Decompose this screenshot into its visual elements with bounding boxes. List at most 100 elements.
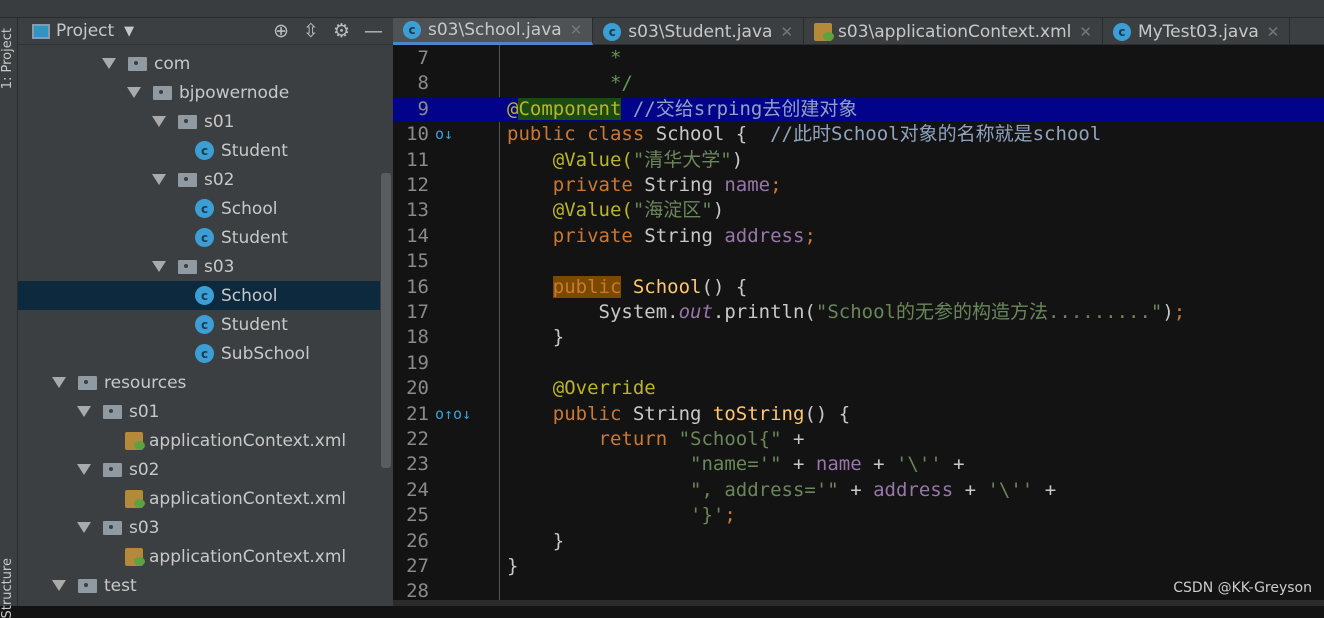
tree-item[interactable]: test (18, 571, 380, 600)
tree-item[interactable]: c Student (18, 223, 380, 252)
tree-item[interactable]: s01 (18, 397, 380, 426)
line-number: 16 (406, 275, 429, 298)
expand-arrow-icon[interactable] (77, 522, 91, 533)
code-editor[interactable]: CSDN @KK-Greyson 7 * 8 */9 @Component //交给… (393, 45, 1324, 606)
code-line[interactable]: 11 @Value("清华大学") (393, 148, 1324, 173)
tree-item[interactable]: bjpowernode (18, 78, 380, 107)
tree-item[interactable]: s02 (18, 455, 380, 484)
expand-arrow-icon[interactable] (77, 406, 91, 417)
structure-tool-button[interactable]: Structure (0, 558, 18, 618)
collapse-all-icon[interactable]: ⇳ (303, 20, 319, 42)
code-token: private (507, 174, 645, 196)
expand-arrow-icon[interactable] (152, 174, 166, 185)
code-line[interactable]: 14 private String address; (393, 224, 1324, 249)
code-text: * (507, 46, 621, 71)
code-line[interactable]: 18 } (393, 325, 1324, 350)
close-icon[interactable]: ✕ (780, 23, 793, 41)
code-token: () { (804, 402, 851, 425)
tree-item[interactable]: com (18, 49, 380, 78)
tree-item[interactable]: c Student (18, 310, 380, 339)
code-line[interactable]: 21 o↑o↓ public String toString() { (393, 402, 1324, 427)
expand-arrow-icon[interactable] (127, 87, 141, 98)
editor-tab[interactable]: c s03\School.java ✕ (393, 18, 594, 45)
class-icon: c (195, 228, 214, 247)
editor-tab[interactable]: c s03\Student.java ✕ (593, 18, 805, 45)
override-marker-icon[interactable]: o↓ (435, 122, 453, 147)
code-line[interactable]: 23 "name='" + name + '\'' + (393, 452, 1324, 477)
tree-item[interactable]: applicationContext.xml (18, 484, 380, 513)
tree-item[interactable]: applicationContext.xml (18, 426, 380, 455)
code-token: '\'' (895, 453, 942, 476)
code-line[interactable]: 15 (393, 249, 1324, 274)
tree-item[interactable]: c School (18, 194, 380, 223)
expand-arrow-icon[interactable] (102, 58, 116, 69)
tree-item[interactable]: c SubSchool (18, 339, 380, 368)
code-text: @Value("海淀区") (507, 198, 724, 223)
expand-arrow-icon[interactable] (152, 116, 166, 127)
editor-tab[interactable]: c MyTest03.java ✕ (1103, 18, 1291, 45)
line-number: 8 (417, 72, 429, 95)
code-line[interactable]: 26 } (393, 529, 1324, 554)
code-line[interactable]: 25 '}'; (393, 503, 1324, 528)
code-line[interactable]: 24 ", address='" + address + '\'' + (393, 478, 1324, 503)
tree-item-label: applicationContext.xml (149, 430, 347, 451)
code-line[interactable]: 8 */ (393, 71, 1324, 96)
tree-item[interactable]: s03 (18, 513, 380, 542)
line-number: 12 (406, 174, 429, 196)
close-icon[interactable]: ✕ (1079, 23, 1092, 41)
code-line[interactable]: 10 o↓ public class School { //此时School对象的名… (393, 122, 1324, 147)
code-line[interactable]: 27} (393, 554, 1324, 579)
expand-arrow-icon[interactable] (152, 261, 166, 272)
code-line[interactable]: 22 return "School{" + (393, 427, 1324, 452)
code-token: '}' (690, 504, 725, 527)
code-line[interactable]: 13 @Value("海淀区") (393, 198, 1324, 223)
code-text: */ (507, 71, 633, 96)
tab-label: s03\School.java (428, 20, 562, 40)
tree-item[interactable]: s01 (18, 107, 380, 136)
code-line[interactable]: 19 (393, 351, 1324, 376)
line-number: 20 (406, 377, 429, 400)
minimize-icon[interactable]: — (364, 20, 383, 42)
code-token: String (644, 174, 725, 196)
code-line[interactable]: 12 private String name; (393, 173, 1324, 198)
project-tool-button[interactable]: 1: Project (0, 28, 18, 89)
tree-item[interactable]: c School (18, 281, 380, 310)
close-icon[interactable]: ✕ (570, 21, 583, 39)
code-line[interactable]: 16 public School() { (393, 275, 1324, 300)
code-line[interactable]: 9 @Component //交给srping去创建对象 (393, 96, 1324, 123)
code-token: .println( (712, 301, 816, 323)
tree-item[interactable]: s02 (18, 165, 380, 194)
expand-arrow-icon[interactable] (52, 580, 66, 591)
code-line[interactable]: 7 * (393, 46, 1324, 71)
tree-item[interactable]: applicationContext.xml (18, 542, 380, 571)
gear-icon[interactable]: ⚙ (333, 20, 350, 42)
close-icon[interactable]: ✕ (1267, 23, 1280, 41)
xml-file-icon (125, 431, 145, 450)
horizontal-scrollbar[interactable] (393, 600, 1324, 606)
line-number: 27 (406, 555, 429, 577)
xml-file-icon (125, 489, 145, 508)
override-marker-icon[interactable]: o↑o↓ (435, 402, 471, 427)
tree-item[interactable]: c Student (18, 136, 380, 165)
tree-item[interactable]: resources (18, 368, 380, 397)
expand-arrow-icon[interactable] (52, 377, 66, 388)
expand-arrow-icon[interactable] (77, 464, 91, 475)
code-token: @Override (507, 377, 656, 400)
code-line[interactable]: 17 System.out.println("School的无参的构造方法...… (393, 300, 1324, 325)
code-token: '\'' (987, 478, 1034, 501)
folder-icon (103, 520, 122, 535)
code-token: ; (724, 504, 736, 527)
tree-item[interactable]: s03 (18, 252, 380, 281)
class-icon: c (1112, 22, 1131, 41)
folder-icon (178, 114, 197, 129)
class-icon: c (195, 344, 214, 363)
scrollbar[interactable] (381, 173, 391, 468)
locate-icon[interactable]: ⊕ (273, 20, 289, 42)
code-line[interactable]: 20 @Override (393, 376, 1324, 401)
project-view-selector[interactable]: Project (56, 21, 114, 41)
code-token: @Value( (507, 148, 633, 171)
editor-tab[interactable]: s03\applicationContext.xml ✕ (804, 18, 1103, 45)
line-number: 23 (406, 453, 429, 476)
chevron-down-icon[interactable]: ▼ (124, 24, 134, 39)
